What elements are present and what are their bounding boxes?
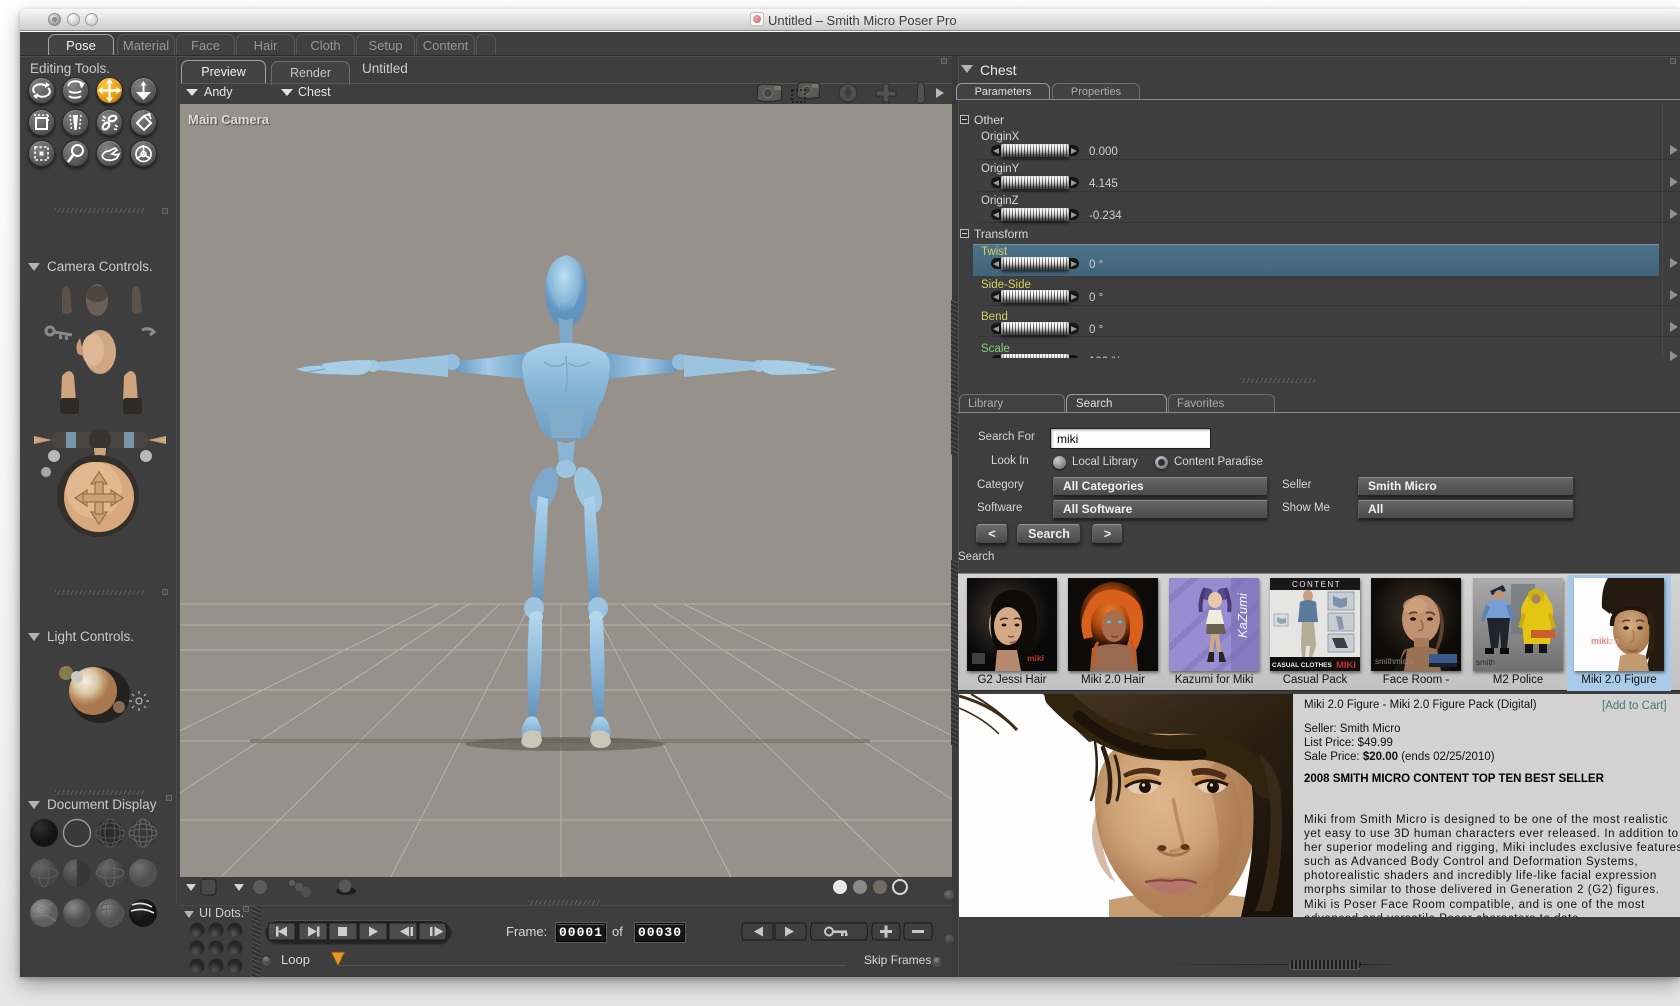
svg-text:miki: miki [1027, 653, 1044, 663]
svg-text:miki: miki [1591, 636, 1609, 646]
svg-text:MIKI: MIKI [1336, 660, 1356, 671]
svg-text:2.0: 2.0 [1609, 639, 1619, 646]
svg-text:smith: smith [1476, 658, 1495, 667]
svg-text:smithmicro: smithmicro [1375, 657, 1414, 666]
svg-text:CASUAL CLOTHES: CASUAL CLOTHES [1272, 662, 1332, 669]
svg-text:KaZumi: KaZumi [1235, 592, 1250, 638]
svg-text:CONTENT: CONTENT [1292, 580, 1341, 589]
